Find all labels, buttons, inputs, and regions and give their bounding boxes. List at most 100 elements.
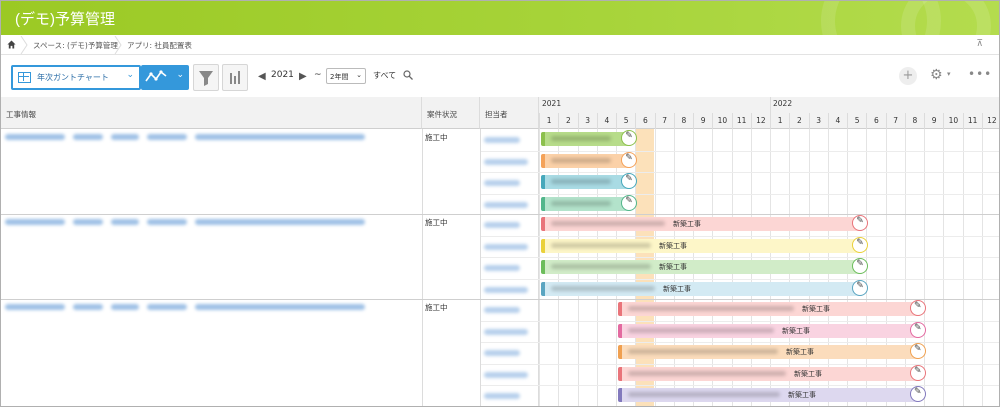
gantt-month-label: 11 <box>731 113 751 129</box>
gantt-bar[interactable]: 新築工事 <box>541 236 869 253</box>
edit-pencil-icon[interactable] <box>621 194 638 211</box>
gantt-month-label: 5 <box>616 113 635 129</box>
search-icon[interactable] <box>403 70 413 80</box>
filter-icon <box>199 71 213 86</box>
next-year-icon[interactable]: ▶ <box>299 71 307 82</box>
gantt-bar[interactable] <box>541 151 638 168</box>
span-select-value: 2年間 <box>330 73 349 81</box>
graph-button[interactable] <box>222 64 248 91</box>
person-cell <box>484 328 528 335</box>
gantt-bar[interactable]: 新築工事 <box>618 343 926 359</box>
edit-pencil-icon[interactable] <box>910 321 926 338</box>
gantt-chart-area: 新築工事新築工事新築工事新築工事新築工事新築工事新築工事新築工事新築工事 <box>539 129 999 406</box>
gantt-bar[interactable] <box>541 194 638 211</box>
person-cell <box>484 180 520 186</box>
work-info-cell[interactable] <box>1 214 422 228</box>
view-select[interactable]: 年次ガントチャート ⌄ <box>11 65 141 90</box>
add-record-button[interactable]: + <box>899 67 917 85</box>
person-cell <box>484 371 528 378</box>
toolbar: 年次ガントチャート ⌄ ⌄ ◀ 2021 ▶ ~ 2年間 ⌄ すべて + ⚙ ▾… <box>1 56 999 96</box>
gantt-month-label: 9 <box>924 113 943 129</box>
gantt-month-label: 2 <box>558 113 577 129</box>
gantt-month-label: 11 <box>962 113 982 129</box>
edit-pencil-icon[interactable] <box>910 300 926 316</box>
gantt-month-label: 4 <box>596 113 616 129</box>
more-options-icon[interactable]: ••• <box>968 67 992 81</box>
person-cell <box>484 307 520 313</box>
range-tilde: ~ <box>314 70 322 80</box>
gantt-bar[interactable]: 新築工事 <box>618 300 926 316</box>
all-records-label[interactable]: すべて <box>373 70 396 81</box>
gantt-bar[interactable]: 新築工事 <box>541 215 869 231</box>
gantt-bar-label: 新築工事 <box>782 326 810 335</box>
app-title: (デモ)予算管理 <box>15 11 115 28</box>
person-cell <box>484 265 520 271</box>
person-cell <box>484 137 520 143</box>
gantt-bar[interactable]: 新築工事 <box>618 386 926 402</box>
column-header-status[interactable]: 案件状況 <box>422 97 480 129</box>
bar-chart-icon <box>230 71 240 84</box>
gantt-year-label: 2022 <box>773 99 793 108</box>
gear-icon[interactable]: ⚙ <box>930 67 943 83</box>
edit-pencil-icon[interactable] <box>621 151 638 168</box>
person-cell <box>484 393 520 399</box>
gantt-month-label: 1 <box>770 113 789 129</box>
person-cell <box>484 158 528 165</box>
gantt-month-label: 10 <box>712 113 731 129</box>
gantt-month-label: 10 <box>943 113 962 129</box>
gantt-month-label: 8 <box>673 113 693 129</box>
graph-view-button[interactable]: ⌄ <box>141 65 189 90</box>
work-info-cell[interactable] <box>1 129 422 143</box>
gantt-month-label: 12 <box>981 113 999 129</box>
gantt-month-label: 1 <box>539 113 558 129</box>
home-icon[interactable] <box>7 40 16 49</box>
span-select[interactable]: 2年間 ⌄ <box>326 68 366 84</box>
gantt-bar-label: 新築工事 <box>786 348 814 356</box>
person-cell <box>484 286 528 293</box>
filter-button[interactable] <box>193 64 219 91</box>
gantt-bar-label: 新築工事 <box>659 263 687 271</box>
chevron-down-icon: ⌄ <box>126 70 134 80</box>
gantt-table: 工事情報 案件状況 担当者 2021 2022 1 2 3 4 5 6 7 8 9 10 11 12 1 2 3… <box>1 97 999 406</box>
person-cell <box>484 222 520 228</box>
gantt-month-label: 4 <box>827 113 847 129</box>
pin-icon[interactable]: ⊼ <box>976 39 983 49</box>
gantt-bar[interactable]: 新築工事 <box>541 279 869 296</box>
breadcrumb-app-link[interactable]: アプリ: 社員配置表 <box>127 40 192 51</box>
line-graph-icon <box>145 70 167 82</box>
gantt-month-label: 7 <box>885 113 905 129</box>
breadcrumb: スペース: (デモ)予算管理 アプリ: 社員配置表 ⊼ <box>1 35 999 55</box>
gantt-bar[interactable]: 新築工事 <box>541 258 869 274</box>
column-header-person[interactable]: 担当者 <box>480 97 539 129</box>
breadcrumb-separator-icon <box>20 36 28 54</box>
edit-pencil-icon[interactable] <box>852 236 869 253</box>
edit-pencil-icon[interactable] <box>852 279 869 296</box>
table-icon <box>18 72 31 83</box>
gantt-bar[interactable]: 新築工事 <box>618 364 926 381</box>
gantt-bar[interactable]: 新築工事 <box>618 321 926 338</box>
gantt-bar[interactable] <box>541 130 638 146</box>
status-text: 施工中 <box>425 133 448 142</box>
gantt-month-label: 3 <box>808 113 828 129</box>
gantt-month-label: 3 <box>577 113 597 129</box>
breadcrumb-separator-icon <box>114 36 122 54</box>
chevron-down-icon: ▾ <box>947 70 951 78</box>
column-header-work-info[interactable]: 工事情報 <box>1 97 422 129</box>
breadcrumb-space-link[interactable]: スペース: (デモ)予算管理 <box>33 40 118 51</box>
gantt-month-label: 6 <box>866 113 885 129</box>
gantt-bar-label: 新築工事 <box>663 284 691 293</box>
edit-pencil-icon[interactable] <box>910 343 926 359</box>
edit-pencil-icon[interactable] <box>910 386 926 402</box>
gantt-month-label: 6 <box>635 113 654 129</box>
chevron-down-icon: ⌄ <box>356 71 362 79</box>
app-window: (デモ)予算管理 スペース: (デモ)予算管理 アプリ: 社員配置表 ⊼ 年次ガ… <box>0 0 1000 407</box>
gantt-month-label: 12 <box>750 113 770 129</box>
gantt-bar-label: 新築工事 <box>659 241 687 250</box>
gantt-month-label: 5 <box>847 113 866 129</box>
work-info-cell[interactable] <box>1 299 422 313</box>
prev-year-icon[interactable]: ◀ <box>258 71 266 82</box>
gantt-bar[interactable] <box>541 173 638 189</box>
gantt-month-label: 8 <box>904 113 924 129</box>
gantt-bar-label: 新築工事 <box>788 391 816 399</box>
edit-pencil-icon[interactable] <box>910 364 926 381</box>
